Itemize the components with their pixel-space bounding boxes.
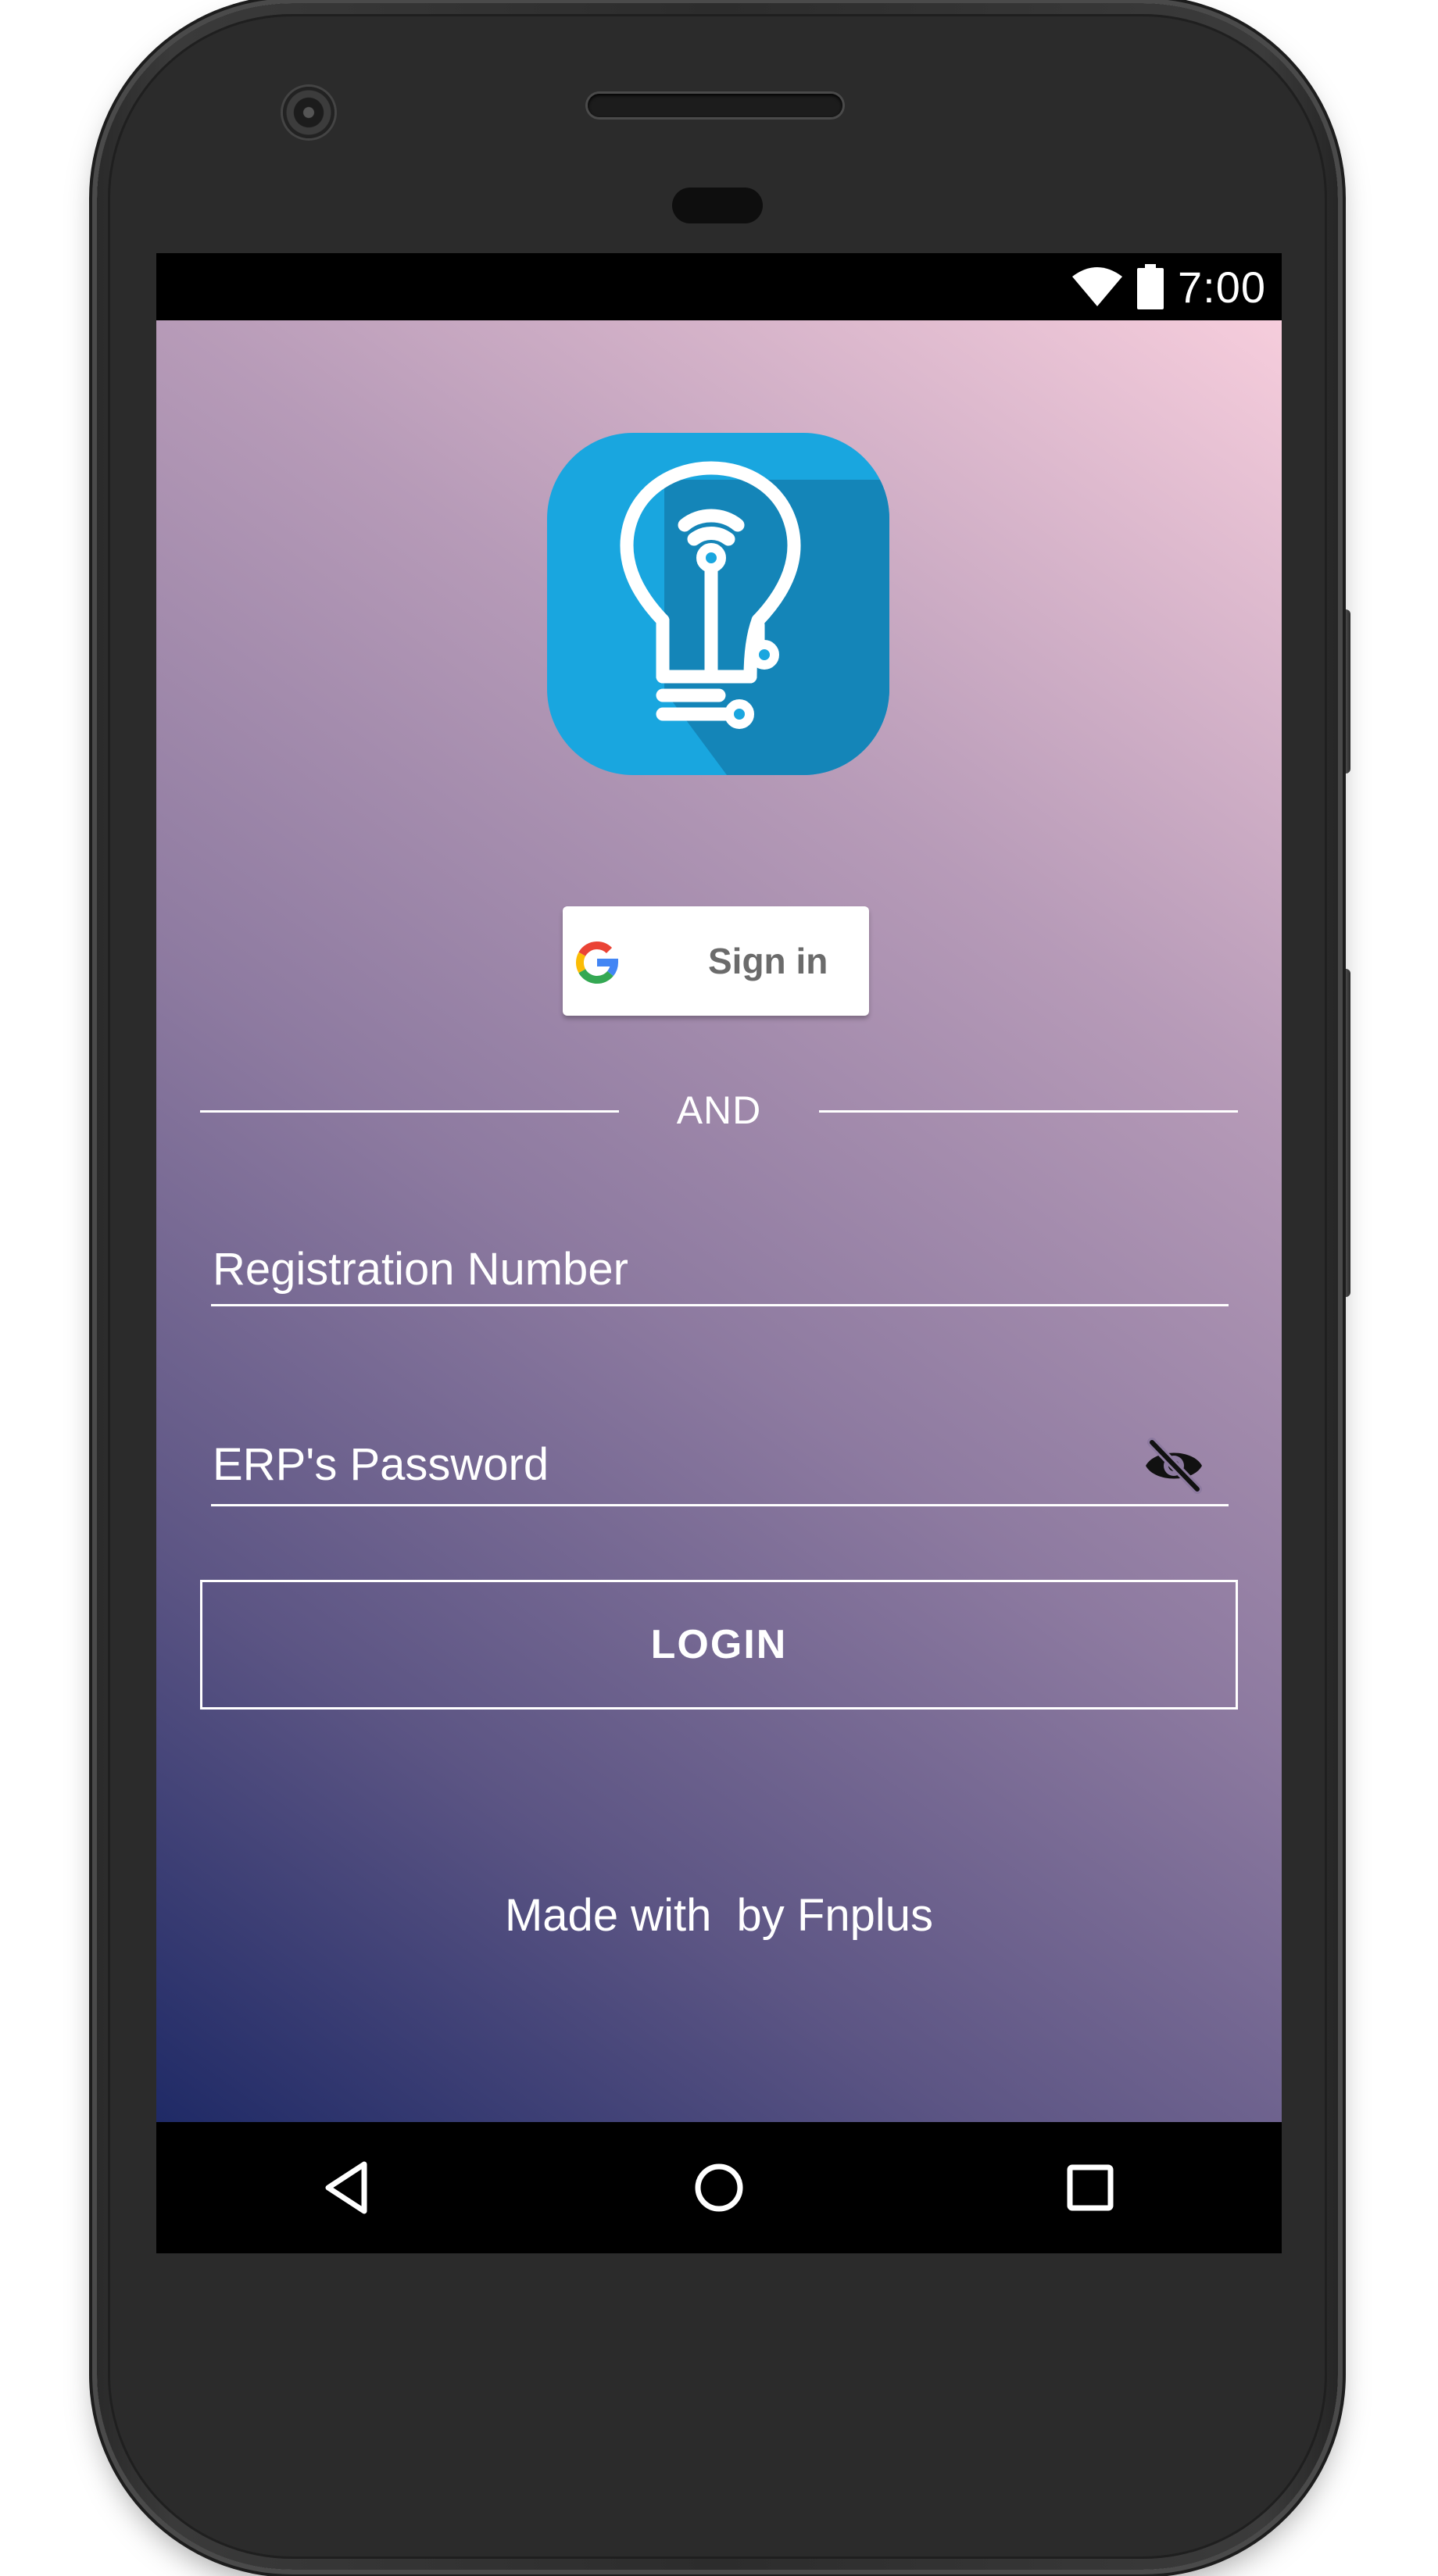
home-icon[interactable] <box>688 2156 750 2219</box>
divider-right <box>819 1110 1238 1113</box>
wifi-icon <box>1072 267 1122 306</box>
google-sign-in-label: Sign in <box>708 941 828 981</box>
battery-icon <box>1137 264 1164 309</box>
volume-rocker <box>1340 969 1350 1297</box>
divider-text: AND <box>676 1088 762 1132</box>
app-logo <box>547 433 889 775</box>
password-input[interactable] <box>213 1430 1135 1499</box>
power-button <box>1340 609 1350 774</box>
google-sign-in-button[interactable]: Sign in <box>563 906 869 1016</box>
registration-number-input[interactable] <box>213 1234 1135 1303</box>
recents-icon[interactable] <box>1059 2156 1121 2219</box>
login-button[interactable]: LOGIN <box>200 1580 1238 1710</box>
eye-off-icon[interactable] <box>1141 1433 1207 1499</box>
status-icons: 7:00 <box>1071 253 1266 320</box>
google-g-icon <box>575 941 619 984</box>
status-time: 7:00 <box>1178 262 1266 312</box>
divider-left <box>200 1110 619 1113</box>
phone-screen: 7:00 Sign in AND Registration Number LOG… <box>156 253 1282 2253</box>
status-bar: 7:00 <box>156 253 1282 320</box>
device-mockup: 7:00 Sign in AND Registration Number LOG… <box>0 0 1438 2576</box>
earpiece-speaker <box>588 94 842 117</box>
login-screen: Sign in AND LOGIN Made with by Fnplu <box>156 320 1282 2122</box>
footer-credit: Made with by Fnplus <box>504 1890 934 1941</box>
navigation-bar <box>156 2122 1282 2253</box>
proximity-sensor <box>672 188 763 223</box>
back-icon[interactable] <box>317 2156 380 2219</box>
lightbulb-wifi-icon <box>620 461 889 775</box>
registration-number-field <box>211 1234 1229 1306</box>
front-camera <box>283 87 334 138</box>
password-field <box>211 1430 1229 1506</box>
